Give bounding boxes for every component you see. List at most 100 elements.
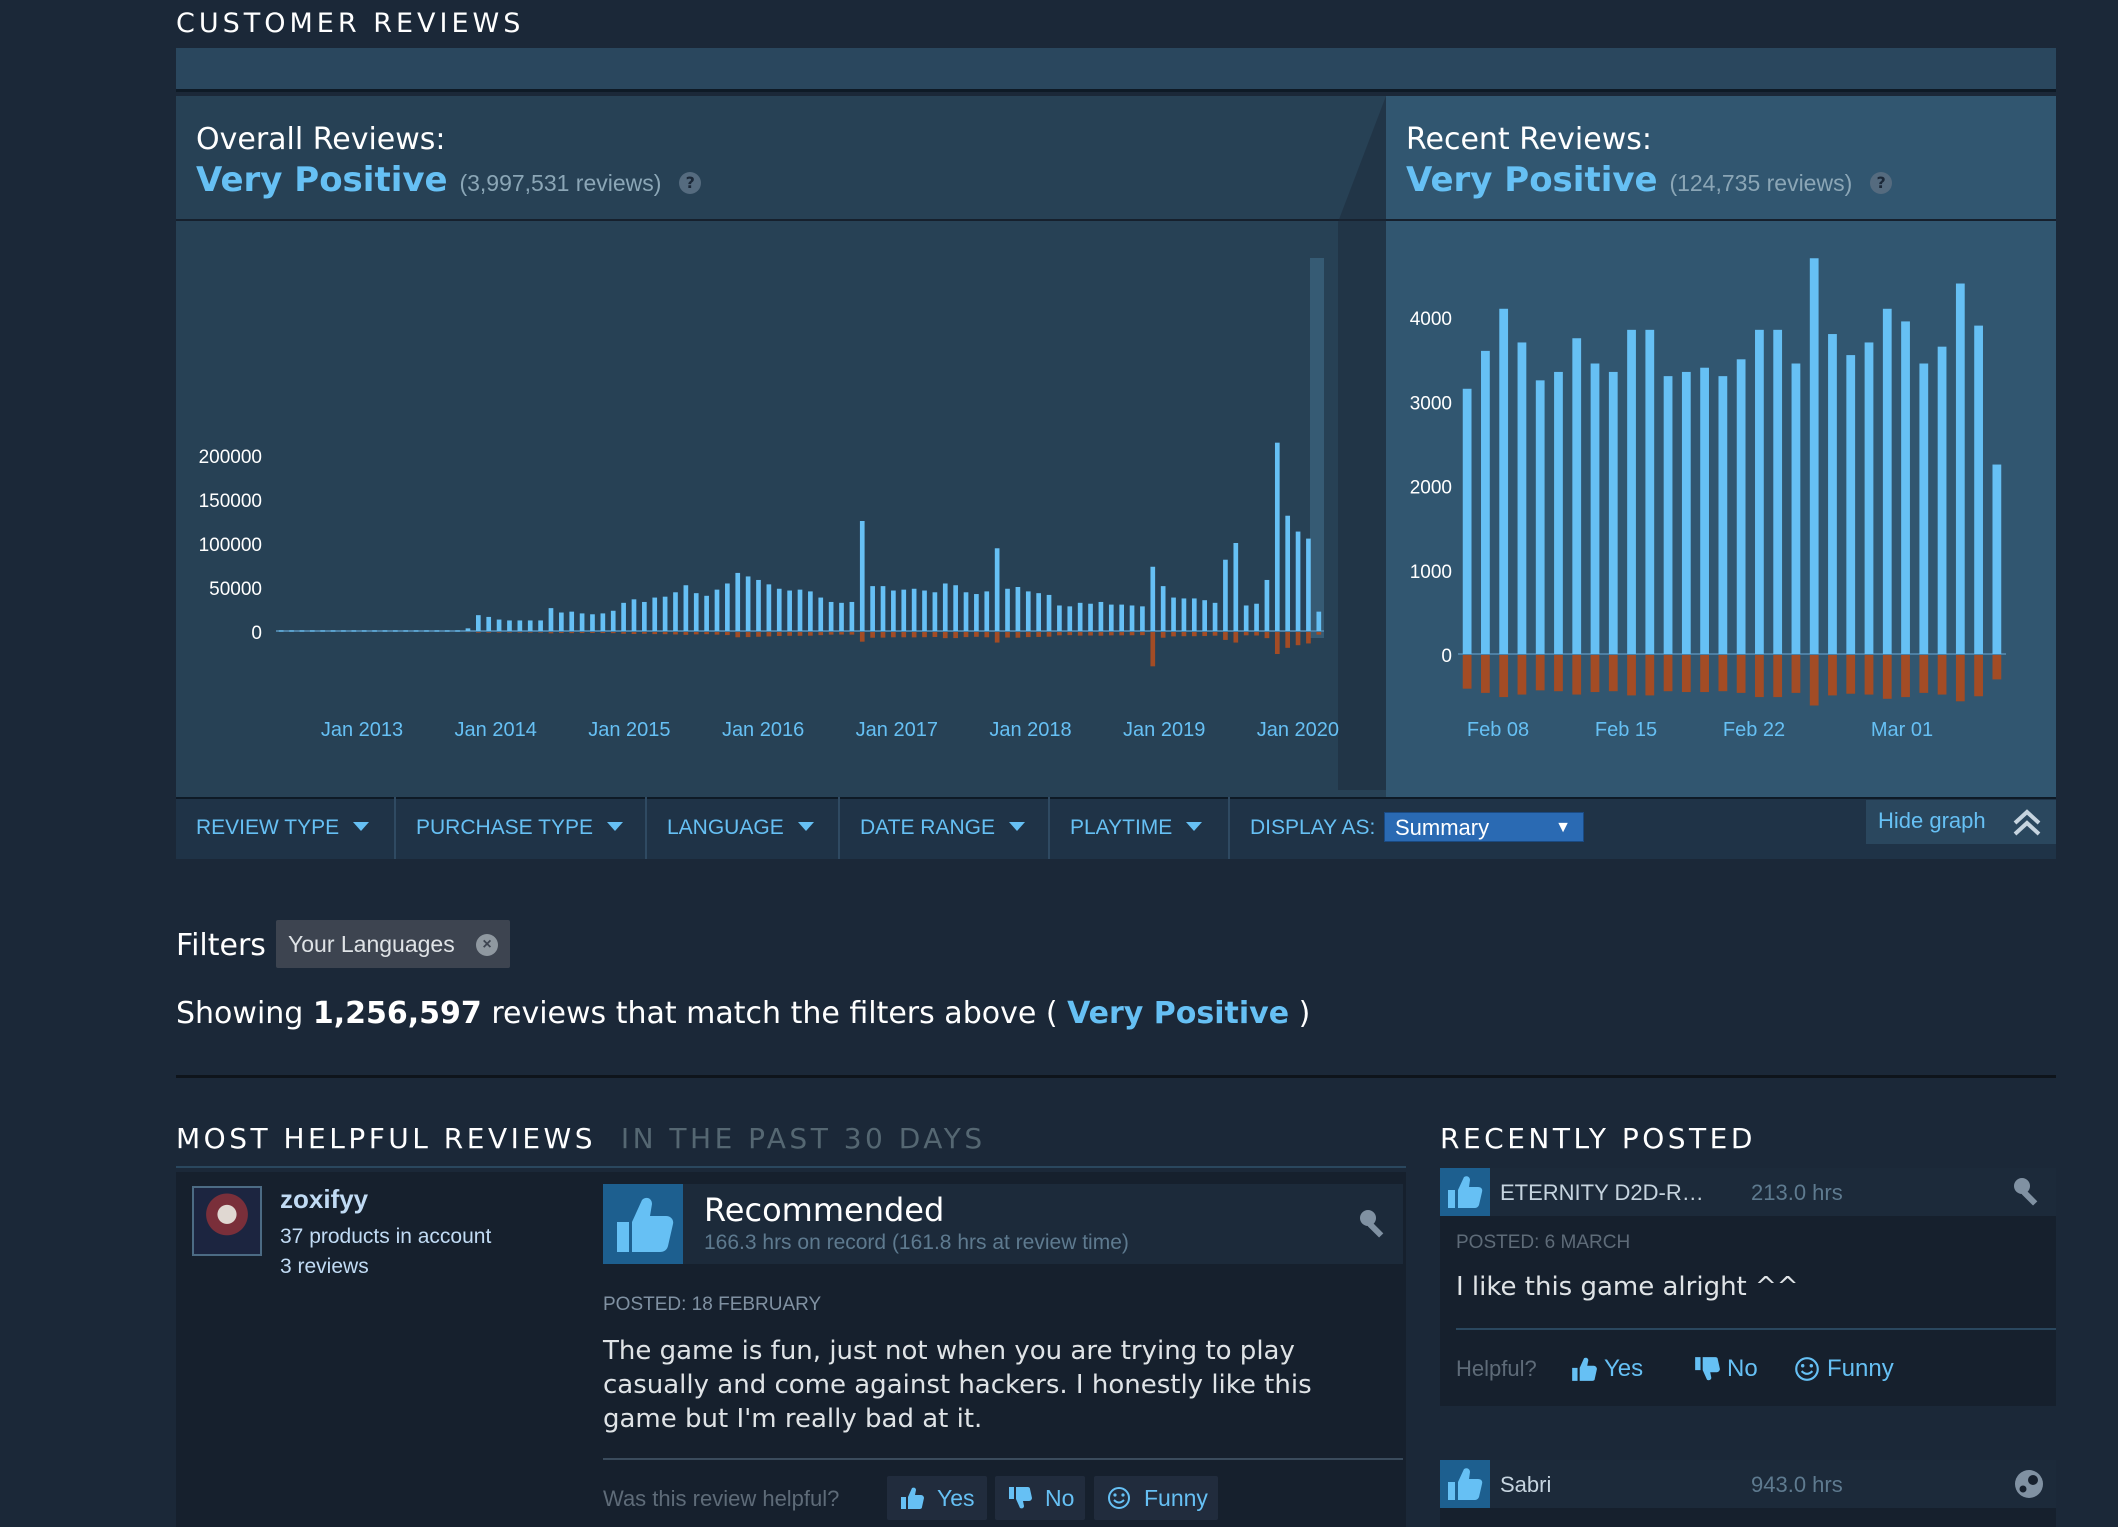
positive-bar[interactable] — [1254, 603, 1259, 631]
positive-bar[interactable] — [1864, 342, 1874, 654]
hide-graph-button[interactable]: Hide graph — [1866, 800, 2056, 844]
negative-bar[interactable] — [621, 632, 626, 634]
positive-bar[interactable] — [1046, 594, 1052, 631]
positive-bar[interactable] — [642, 601, 647, 631]
positive-bar[interactable] — [1119, 604, 1124, 631]
positive-bar[interactable] — [1937, 346, 1947, 654]
negative-bar[interactable] — [922, 632, 927, 638]
negative-bar[interactable] — [745, 632, 751, 638]
negative-bar[interactable] — [1919, 655, 1929, 693]
negative-bar[interactable] — [1901, 655, 1910, 698]
positive-bar[interactable] — [1919, 363, 1929, 654]
avatar[interactable] — [192, 1186, 262, 1256]
overall-histogram[interactable]: 200000 150000 100000 50000 0 Jan 2013 Jan 2014… — [199, 442, 1339, 741]
positive-bar[interactable] — [1992, 464, 2002, 654]
positive-bar[interactable] — [1191, 598, 1197, 631]
negative-bar[interactable] — [559, 632, 564, 634]
negative-bar[interactable] — [673, 632, 678, 635]
negative-bar[interactable] — [1955, 655, 1965, 702]
positive-bar[interactable] — [828, 601, 834, 631]
negative-bar[interactable] — [693, 632, 699, 635]
negative-bar[interactable] — [683, 632, 689, 635]
negative-bar[interactable] — [486, 632, 492, 633]
positive-bar[interactable] — [372, 630, 377, 632]
negative-bar[interactable] — [1129, 632, 1135, 636]
negative-bar[interactable] — [984, 632, 990, 638]
positive-bar[interactable] — [361, 630, 367, 632]
positive-bar[interactable] — [1828, 334, 1837, 654]
positive-bar[interactable] — [725, 583, 730, 631]
negative-bar[interactable] — [527, 632, 533, 633]
negative-bar[interactable] — [1882, 655, 1892, 699]
positive-bar[interactable] — [1645, 329, 1655, 654]
positive-bar[interactable] — [1202, 600, 1208, 631]
negative-bar[interactable] — [631, 632, 637, 635]
helpful-yes-button[interactable]: Yes — [887, 1476, 987, 1520]
positive-bar[interactable] — [1736, 359, 1746, 654]
positive-bar[interactable] — [808, 591, 813, 631]
positive-bar[interactable] — [984, 591, 990, 631]
positive-bar[interactable] — [1590, 363, 1600, 654]
positive-bar[interactable] — [1108, 604, 1114, 631]
negative-bar[interactable] — [1773, 655, 1783, 698]
positive-bar[interactable] — [1882, 308, 1892, 654]
positive-bar[interactable] — [1067, 606, 1073, 631]
positive-bar[interactable] — [1036, 593, 1041, 631]
negative-bar[interactable] — [1462, 655, 1472, 689]
negative-bar[interactable] — [1809, 655, 1819, 706]
negative-bar[interactable] — [1828, 655, 1837, 696]
negative-bar[interactable] — [797, 632, 803, 636]
negative-bar[interactable] — [1572, 655, 1582, 695]
negative-bar[interactable] — [994, 632, 1000, 643]
positive-bar[interactable] — [444, 630, 450, 632]
recent-helpful-no[interactable]: No — [1695, 1355, 1758, 1383]
positive-bar[interactable] — [1264, 579, 1270, 631]
recent-histogram[interactable]: 4000 3000 2000 1000 0 Feb 08 Feb 15 Feb 22 Mar 0… — [1410, 258, 2006, 741]
negative-bar[interactable] — [1077, 632, 1083, 636]
positive-bar[interactable] — [1481, 350, 1490, 654]
positive-bar[interactable] — [714, 589, 720, 631]
positive-bar[interactable] — [1057, 605, 1062, 631]
positive-bar[interactable] — [434, 630, 440, 632]
negative-bar[interactable] — [1700, 655, 1709, 693]
playtime-dropdown[interactable]: PLAYTIME — [1048, 797, 1203, 859]
language-dropdown[interactable]: LANGUAGE — [645, 797, 814, 859]
positive-bar[interactable] — [600, 613, 606, 631]
negative-bar[interactable] — [1316, 632, 1322, 635]
positive-bar[interactable] — [1535, 380, 1545, 654]
negative-bar[interactable] — [1499, 655, 1509, 698]
positive-bar[interactable] — [1517, 342, 1527, 654]
negative-bar[interactable] — [942, 632, 948, 639]
positive-bar[interactable] — [1955, 283, 1965, 654]
negative-bar[interactable] — [1088, 632, 1093, 636]
positive-bar[interactable] — [278, 630, 284, 632]
showing-summary-rating[interactable]: Very Positive — [1067, 996, 1289, 1031]
negative-bar[interactable] — [735, 632, 741, 638]
negative-bar[interactable] — [766, 632, 772, 637]
negative-bar[interactable] — [1755, 655, 1764, 698]
negative-bar[interactable] — [1015, 632, 1021, 638]
positive-bar[interactable] — [1809, 258, 1819, 654]
positive-bar[interactable] — [1681, 371, 1691, 654]
positive-bar[interactable] — [911, 588, 917, 631]
negative-bar[interactable] — [1046, 632, 1052, 637]
positive-bar[interactable] — [1901, 321, 1910, 654]
positive-bar[interactable] — [289, 630, 294, 632]
positive-bar[interactable] — [341, 630, 346, 632]
negative-bar[interactable] — [496, 632, 502, 633]
positive-bar[interactable] — [1160, 586, 1166, 631]
positive-bar[interactable] — [424, 630, 429, 632]
positive-bar[interactable] — [382, 630, 388, 632]
negative-bar[interactable] — [1608, 655, 1618, 692]
positive-bar[interactable] — [309, 630, 315, 632]
positive-bar[interactable] — [1005, 588, 1010, 631]
negative-bar[interactable] — [1590, 655, 1600, 693]
positive-bar[interactable] — [1015, 587, 1021, 631]
negative-bar[interactable] — [548, 632, 554, 634]
positive-bar[interactable] — [1171, 597, 1176, 631]
negative-bar[interactable] — [610, 632, 616, 634]
negative-bar[interactable] — [1736, 655, 1746, 693]
positive-bar[interactable] — [1462, 388, 1472, 654]
review-type-dropdown[interactable]: REVIEW TYPE — [176, 797, 370, 859]
negative-bar[interactable] — [1202, 632, 1208, 637]
